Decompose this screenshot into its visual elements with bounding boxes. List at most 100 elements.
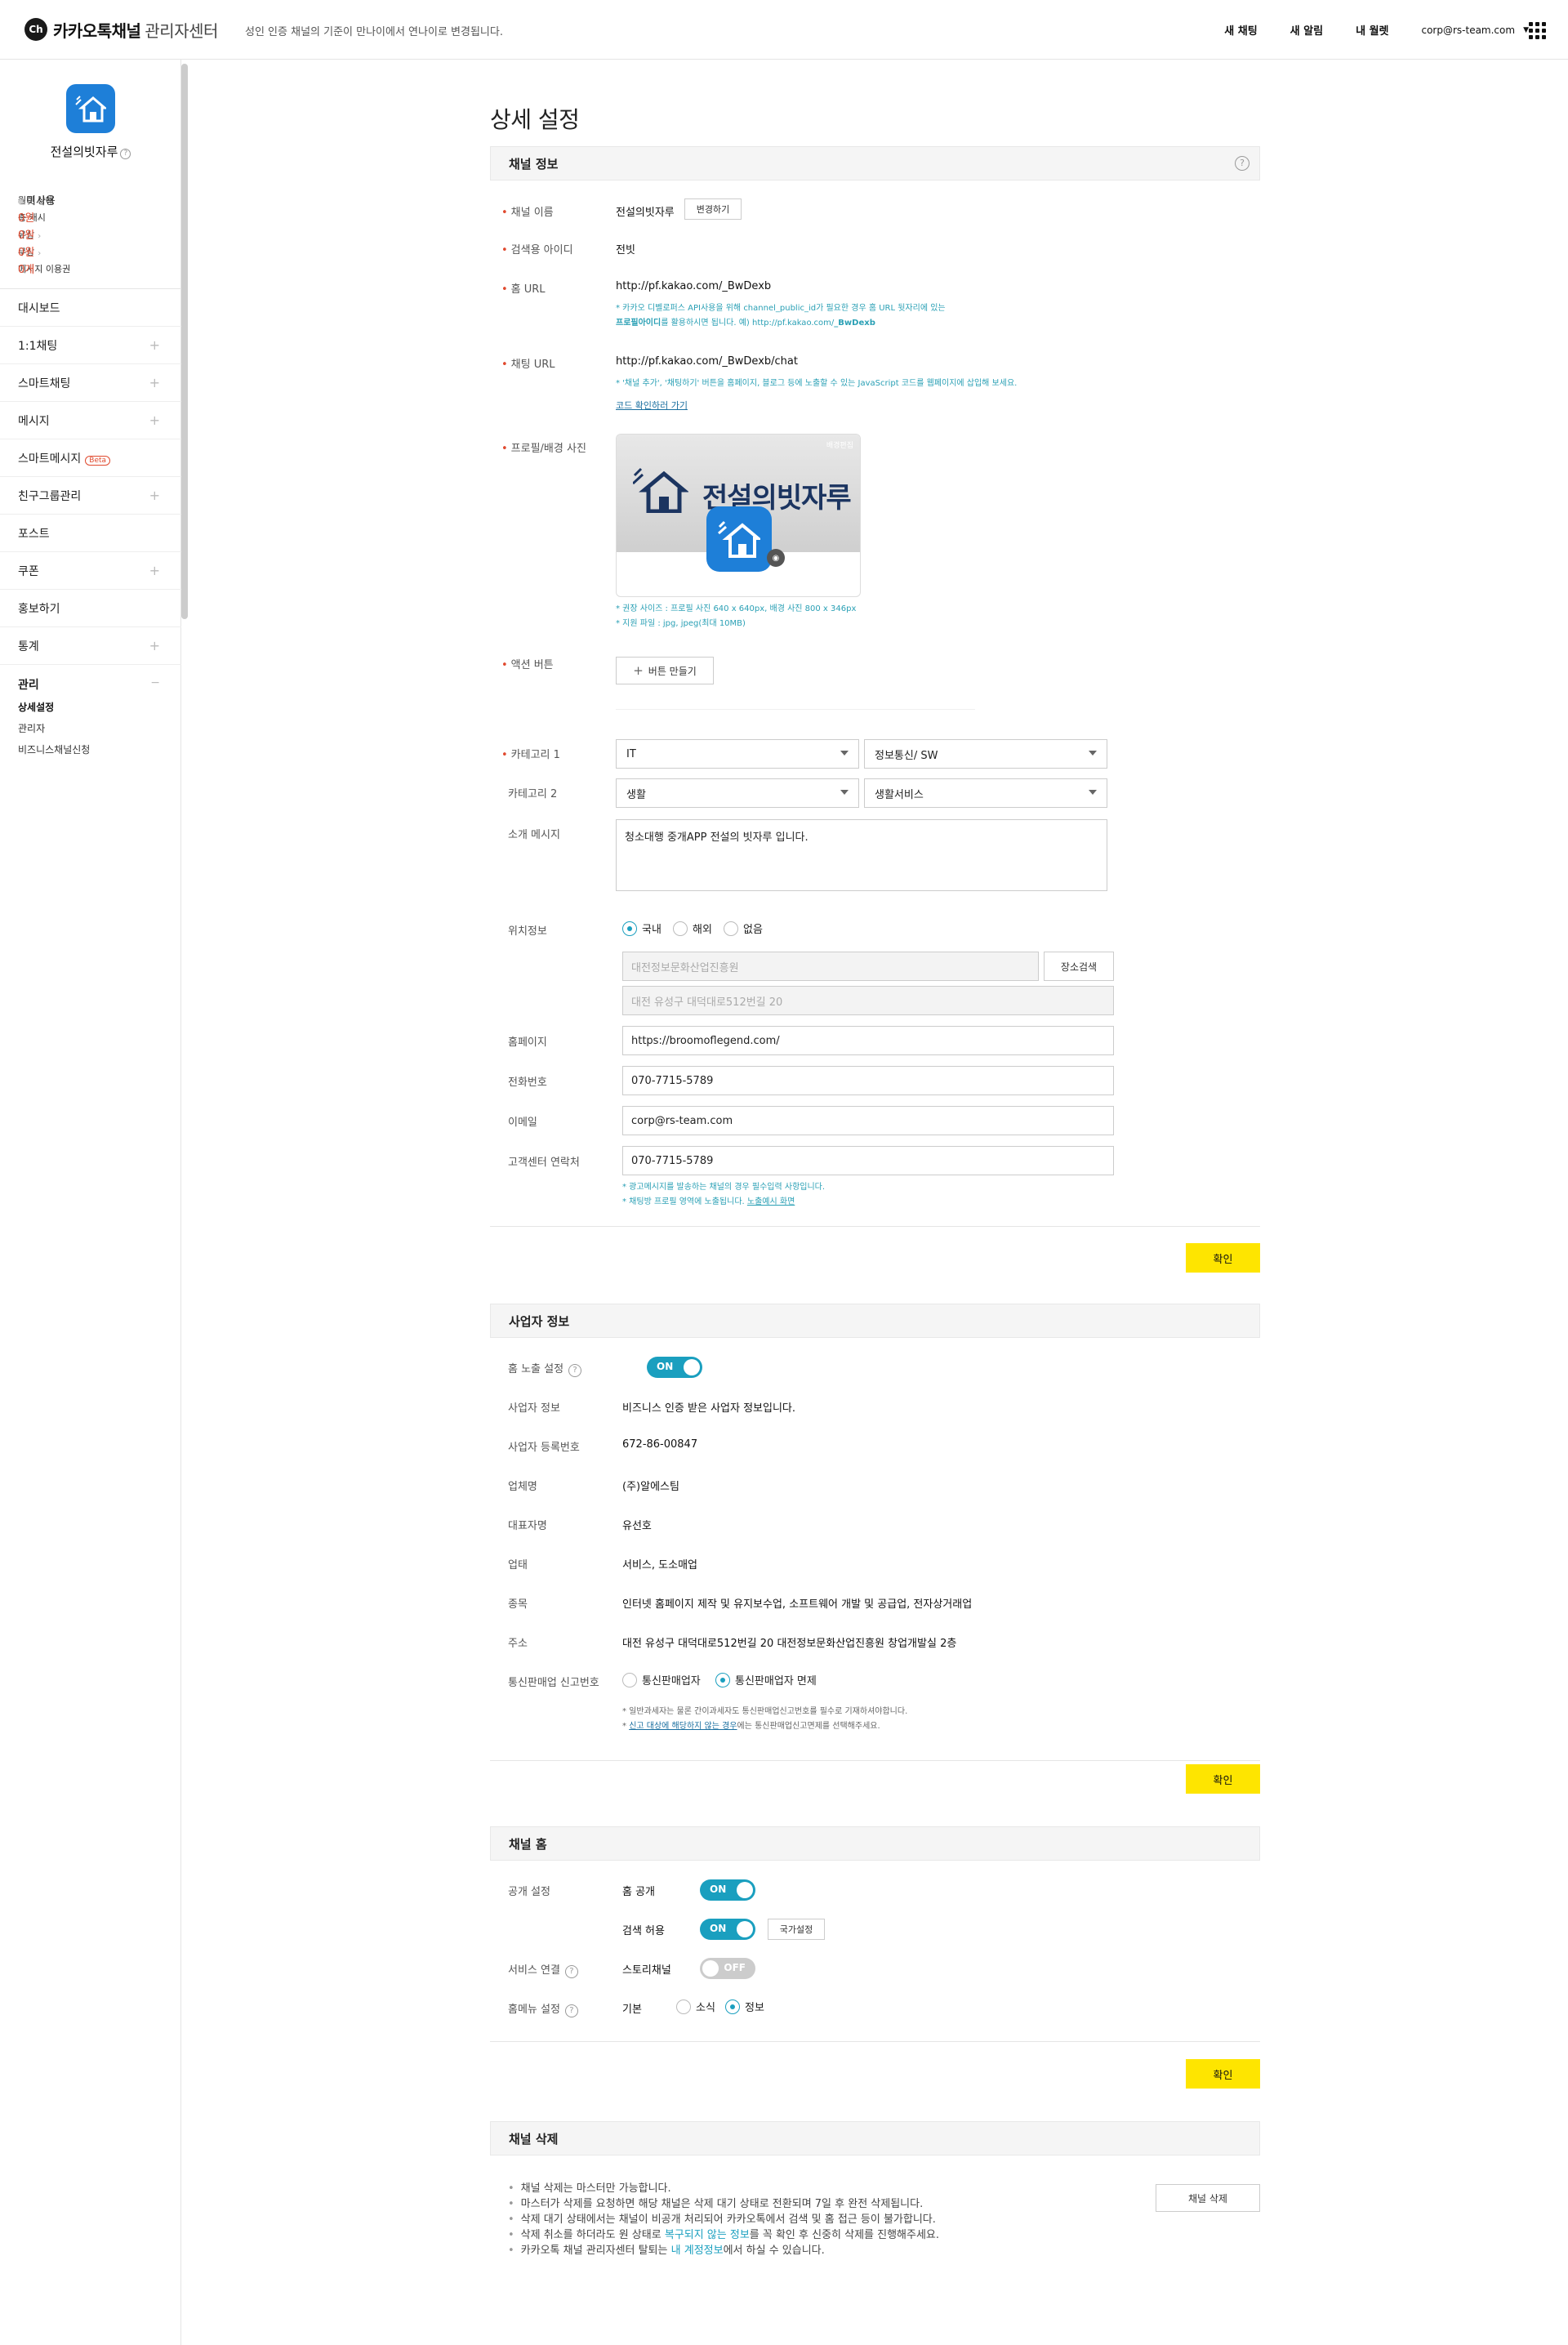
example-screen-link[interactable]: 노출예시 화면 — [747, 1197, 795, 1206]
sidebar-item-stats[interactable]: 통계 + — [0, 627, 181, 665]
search-id-value: 전빗 — [616, 244, 635, 256]
country-setting-button[interactable]: 국가설정 — [768, 1919, 825, 1940]
home-url-value[interactable]: http://pf.kakao.com/_BwDexb — [616, 280, 771, 292]
divider — [490, 1226, 1260, 1227]
stat-wallet-status[interactable]: 월렛 상태 미사용 — [18, 191, 163, 208]
brand-sub: 관리자센터 — [145, 20, 218, 41]
minus-icon: − — [150, 676, 160, 689]
phone-input[interactable]: 070-7715-5789 — [622, 1066, 1114, 1095]
home-menu-news-radio[interactable]: 소식 — [676, 1999, 715, 2014]
section-title: 채널 홈 — [509, 1836, 547, 1852]
category2-main-select[interactable]: 생활 — [616, 778, 859, 808]
sidebar-item-friend-group[interactable]: 친구그룹관리 + — [0, 477, 181, 515]
channel-info-confirm-button[interactable]: 확인 — [1186, 1243, 1260, 1273]
label-service-connect: 서비스 연결? — [508, 1961, 578, 1978]
sidebar-item-chat[interactable]: 1:1채팅 + — [0, 327, 181, 364]
sidebar-item-post[interactable]: 포스트 — [0, 515, 181, 552]
radio-icon — [724, 921, 738, 936]
profile-note: * 권장 사이즈 : 프로필 사진 640 x 640px, 배경 사진 800… — [616, 604, 857, 628]
not-applicable-link[interactable]: 신고 대상에 해당하지 않는 경우 — [629, 1722, 737, 1731]
story-channel-toggle[interactable]: OFF — [700, 1958, 755, 1979]
search-allow-toggle[interactable]: ON — [700, 1919, 755, 1940]
sidebar-item-coupon[interactable]: 쿠폰 + — [0, 552, 181, 590]
label-homepage: 홈페이지 — [508, 1037, 547, 1049]
profile-image-editor[interactable]: 배경편집 전설의빗자루 ◉ — [616, 434, 861, 597]
home-expose-toggle[interactable]: ON — [647, 1357, 702, 1378]
help-icon[interactable]: ? — [120, 149, 131, 159]
stat-value: 0원 › — [18, 247, 42, 259]
cs-contact-input[interactable]: 070-7715-5789 — [622, 1146, 1114, 1175]
wallet-stats: 월렛 상태 미사용 총 캐시 0원 › 유상 0원 › 무상 0원 › 메시지 이용권… — [0, 191, 181, 277]
menu-label: 스마트메시지 Beta — [18, 450, 111, 466]
beta-badge: Beta — [85, 455, 111, 466]
sidebar-item-smart-chat[interactable]: 스마트채팅 + — [0, 364, 181, 402]
category1-main-select[interactable]: IT — [616, 739, 859, 769]
sidebar-item-message[interactable]: 메시지 + — [0, 402, 181, 439]
sidebar-item-dashboard[interactable]: 대시보드 — [0, 289, 181, 327]
label-action-button: 액션 버튼 — [501, 656, 554, 671]
intro-message-textarea[interactable]: 청소대행 중개APP 전설의 빗자루 입니다. — [616, 819, 1107, 891]
sidebar-item-detail-settings[interactable]: 상세설정 — [18, 700, 160, 714]
menu-label: 메시지 — [18, 414, 50, 428]
sidebar-item-promote[interactable]: 홍보하기 — [0, 590, 181, 627]
sidebar-scrollbar[interactable] — [181, 64, 188, 619]
help-icon[interactable]: ? — [568, 1364, 582, 1377]
logo[interactable]: Ch 카카오톡채널 관리자센터 — [24, 17, 218, 42]
nav-my-wallet[interactable]: 내 월렛 — [1356, 22, 1388, 38]
label-cs-contact: 고객센터 연락처 — [508, 1157, 580, 1169]
location-domestic-radio[interactable]: 국내 — [622, 921, 662, 936]
address-value: 대전 유성구 대덕대로512번길 20 대전정보문화산업진흥원 창업개발실 2층 — [622, 1638, 957, 1650]
channel-avatar[interactable] — [66, 84, 115, 133]
help-icon[interactable]: ? — [564, 2004, 578, 2017]
menu-label: 친구그룹관리 — [18, 489, 82, 503]
button-label: 버튼 만들기 — [648, 665, 697, 677]
mail-order-seller-radio[interactable]: 통신판매업자 — [622, 1672, 701, 1687]
mail-order-exempt-radio[interactable]: 통신판매업자 면제 — [715, 1672, 817, 1687]
create-button-button[interactable]: + 버튼 만들기 — [616, 657, 714, 684]
category1-sub-select[interactable]: 정보통신/ SW — [864, 739, 1107, 769]
business-confirm-button[interactable]: 확인 — [1186, 1764, 1260, 1794]
notice-text[interactable]: 성인 인증 채널의 기준이 만나이에서 연나이로 변경됩니다. — [245, 23, 503, 38]
homepage-input[interactable]: https://broomoflegend.com/ — [622, 1026, 1114, 1055]
stat-paid[interactable]: 유상 0원 › — [18, 225, 163, 243]
location-none-radio[interactable]: 없음 — [724, 921, 763, 936]
sidebar-item-managers[interactable]: 관리자 — [18, 721, 160, 735]
unrecoverable-info-link[interactable]: 복구되지 않는 정보 — [665, 2229, 750, 2241]
account-email: corp@rs-team.com — [1421, 24, 1516, 36]
label-public-setting: 공개 설정 — [508, 1886, 550, 1898]
location-address-input[interactable]: 대전 유성구 대덕대로512번길 20 — [622, 986, 1114, 1015]
stat-free[interactable]: 무상 0원 › — [18, 243, 163, 260]
banner-edit[interactable]: 배경편집 — [826, 439, 853, 450]
label-category2: 카테고리 2 — [508, 788, 558, 800]
help-icon[interactable]: ? — [1235, 156, 1250, 171]
code-check-link[interactable]: 코드 확인하러 가기 — [616, 399, 688, 412]
delete-channel-button[interactable]: 채널 삭제 — [1156, 2184, 1260, 2212]
plus-icon: + — [149, 337, 160, 353]
camera-icon[interactable]: ◉ — [767, 549, 785, 567]
place-search-button[interactable]: 장소검색 — [1044, 952, 1114, 981]
stat-total-cash[interactable]: 총 캐시 0원 › — [18, 208, 163, 225]
location-overseas-radio[interactable]: 해외 — [673, 921, 712, 936]
nav-new-alert[interactable]: 새 알림 — [1290, 22, 1323, 38]
nav-new-chat[interactable]: 새 채팅 — [1224, 22, 1257, 38]
my-account-link[interactable]: 내 계정정보 — [671, 2245, 724, 2257]
list-item: 채널 삭제는 마스터만 가능합니다. — [508, 2181, 939, 2196]
sidebar-item-smart-message[interactable]: 스마트메시지 Beta — [0, 439, 181, 477]
channel-home-confirm-button[interactable]: 확인 — [1186, 2059, 1260, 2089]
apps-grid-icon[interactable] — [1529, 22, 1546, 39]
top-bar: Ch 카카오톡채널 관리자센터 성인 인증 채널의 기준이 만나이에서 연나이로… — [0, 0, 1568, 60]
chat-url-value[interactable]: http://pf.kakao.com/_BwDexb/chat — [616, 355, 798, 368]
business-info-value: 비즈니스 인증 받은 사업자 정보입니다. — [622, 1402, 796, 1415]
location-name-input[interactable]: 대전정보문화산업진흥원 — [622, 952, 1039, 981]
sidebar-item-business-apply[interactable]: 비즈니스채널신청 — [18, 742, 160, 756]
change-name-button[interactable]: 변경하기 — [684, 198, 742, 220]
group-title[interactable]: 관리 − — [18, 676, 160, 693]
stat-message-voucher[interactable]: 메시지 이용권 0개 › — [18, 260, 163, 277]
category2-sub-select[interactable]: 생활서비스 — [864, 778, 1107, 808]
home-public-toggle[interactable]: ON — [700, 1879, 755, 1901]
help-icon[interactable]: ? — [564, 1965, 578, 1978]
profile-image[interactable] — [706, 506, 772, 572]
email-input[interactable]: corp@rs-team.com — [622, 1106, 1114, 1135]
home-menu-info-radio[interactable]: 정보 — [725, 1999, 764, 2014]
account-menu[interactable]: corp@rs-team.com ▼ — [1421, 25, 1529, 36]
